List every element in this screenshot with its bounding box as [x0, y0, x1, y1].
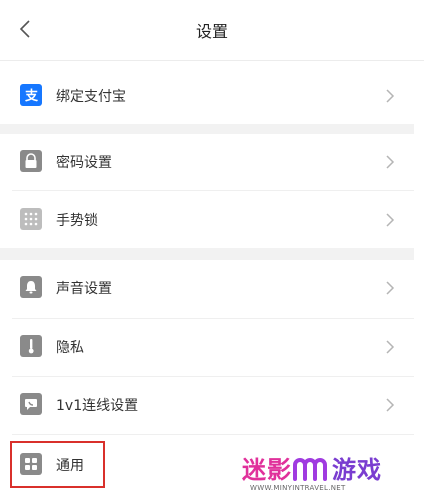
bell-icon: [20, 276, 42, 298]
chevron-right-icon: [386, 155, 395, 169]
watermark: 迷影 游戏 WWW.MINYINTRAVEL.NET: [240, 450, 424, 500]
watermark-url: WWW.MINYINTRAVEL.NET: [250, 484, 346, 492]
setting-label: 声音设置: [56, 281, 112, 297]
setting-label: 密码设置: [56, 155, 112, 171]
setting-row-gesture-lock[interactable]: 手势锁: [0, 192, 414, 248]
row-divider: [12, 190, 414, 191]
top-bar: 设置: [0, 0, 424, 61]
privacy-icon: [20, 335, 42, 357]
svg-text:支: 支: [24, 88, 39, 103]
row-divider: [12, 434, 414, 435]
section-gap: [0, 248, 414, 260]
setting-row-1v1[interactable]: 1v1连线设置: [0, 377, 414, 433]
setting-row-sound[interactable]: 声音设置: [0, 260, 414, 316]
chevron-right-icon: [386, 281, 395, 295]
setting-label: 手势锁: [56, 213, 98, 229]
setting-label: 1v1连线设置: [56, 398, 139, 414]
chevron-right-icon: [386, 213, 395, 227]
setting-label: 隐私: [56, 340, 84, 356]
m-logo-icon: [293, 458, 327, 481]
setting-row-alipay[interactable]: 支 绑定支付宝: [0, 68, 414, 124]
page-title: 设置: [195, 22, 228, 41]
chevron-right-icon: [386, 89, 395, 103]
alipay-icon: 支: [20, 84, 42, 106]
setting-row-privacy[interactable]: 隐私: [0, 319, 414, 375]
phone-chat-icon: [20, 393, 42, 415]
setting-row-password[interactable]: 密码设置: [0, 134, 414, 190]
chevron-right-icon: [386, 340, 395, 354]
watermark-logo: 迷影 游戏: [242, 456, 382, 484]
highlight-box: [10, 441, 105, 488]
setting-label: 绑定支付宝: [56, 89, 126, 105]
lock-icon: [20, 150, 42, 172]
gesture-grid-icon: [20, 208, 42, 230]
chevron-right-icon: [386, 398, 395, 412]
